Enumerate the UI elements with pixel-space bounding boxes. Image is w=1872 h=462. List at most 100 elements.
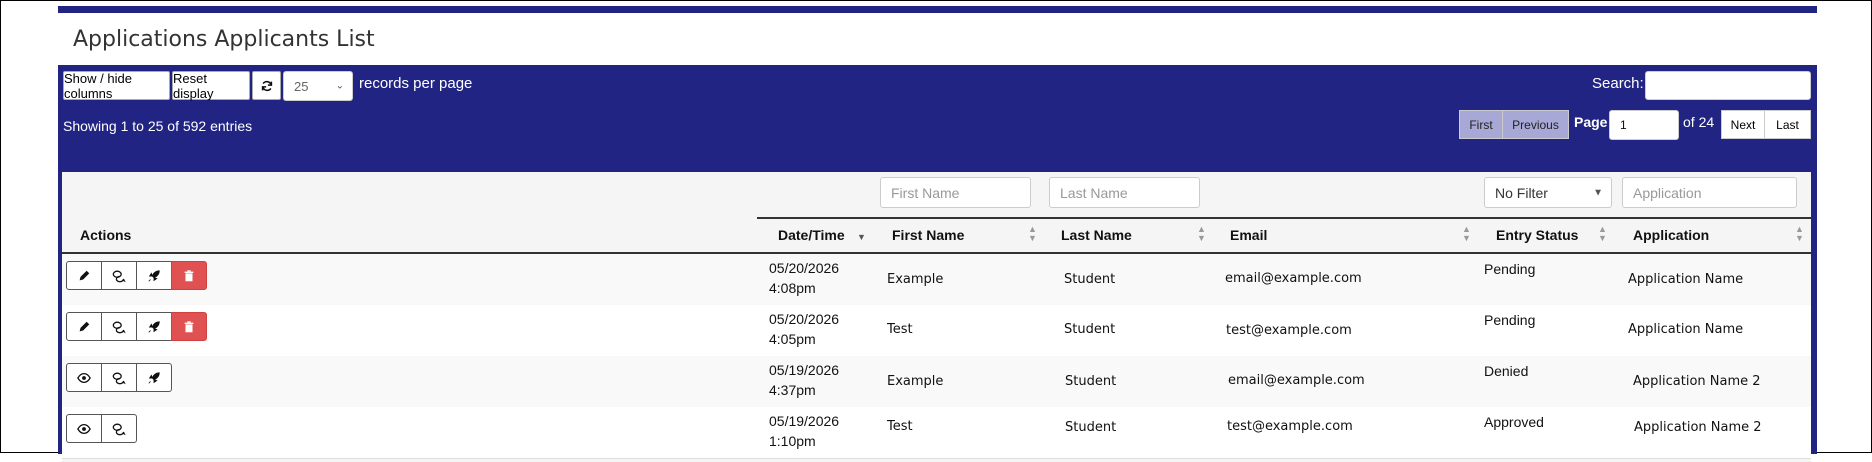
date-cell: 05/20/2026 (769, 311, 840, 327)
rocket-icon (148, 320, 160, 333)
last-page-button[interactable]: Last (1764, 110, 1811, 139)
last-name-cell: Student (1065, 420, 1117, 435)
time-cell: 4:08pm (769, 280, 816, 296)
caret-down-icon: ▼ (1593, 187, 1603, 198)
applicants-panel: Applications Applicants List Show / hide… (58, 6, 1817, 462)
page-label: Page (1574, 114, 1608, 130)
panel-heading: Applications Applicants List (58, 13, 1817, 65)
filter-row: First Name Last Name No Filter ▼ Applica… (62, 172, 1811, 217)
show-hide-columns-button[interactable]: Show / hide columns (63, 71, 170, 101)
comments-icon (112, 321, 126, 333)
refresh-button[interactable] (252, 71, 281, 100)
email-cell: test@example.com (1226, 323, 1352, 338)
rocket-icon (148, 371, 160, 384)
comments-button[interactable] (101, 414, 137, 443)
column-email[interactable]: Email (1230, 227, 1267, 243)
sort-icon: ▲ ▼ (1028, 224, 1037, 243)
comments-icon (112, 372, 126, 384)
reset-display-button[interactable]: Reset display (172, 71, 250, 101)
view-button[interactable] (66, 414, 102, 443)
time-cell: 1:10pm (769, 433, 816, 449)
column-application[interactable]: Application (1633, 227, 1709, 243)
application-cell: Application Name 2 (1634, 420, 1762, 435)
email-cell: test@example.com (1227, 419, 1353, 434)
sort-icon: ▲ ▼ (1795, 224, 1804, 243)
status-cell: Pending (1484, 312, 1536, 328)
page-title: Applications Applicants List (73, 27, 375, 52)
last-name-cell: Student (1064, 322, 1116, 337)
view-button[interactable] (66, 363, 102, 392)
column-date-time[interactable]: Date/Time (778, 227, 845, 243)
next-page-button[interactable]: Next (1721, 110, 1765, 139)
entry-status-filter-select[interactable]: No Filter ▼ (1484, 177, 1612, 208)
eye-icon (77, 372, 91, 383)
page-count: of 24 (1683, 114, 1715, 130)
table-row: 05/20/2026 4:08pm Example Student email@… (62, 254, 1811, 306)
status-cell: Denied (1484, 363, 1529, 379)
page-number-input[interactable]: 1 (1609, 110, 1679, 140)
last-name-cell: Student (1065, 374, 1117, 389)
time-cell: 4:05pm (769, 331, 816, 347)
row-actions (66, 312, 207, 341)
pencil-icon (79, 270, 90, 280)
records-per-page-label: records per page (359, 75, 473, 92)
records-per-page-select[interactable]: 25 ⌄ (283, 71, 353, 101)
records-per-page-value: 25 (294, 78, 309, 94)
chevron-down-icon: ⌄ (335, 80, 344, 92)
launch-button[interactable] (136, 312, 172, 341)
delete-button[interactable] (171, 261, 207, 290)
edit-button[interactable] (66, 312, 102, 341)
comments-icon (112, 270, 126, 282)
last-name-filter-input[interactable]: Last Name (1049, 177, 1200, 208)
table-row: 05/19/2026 4:37pm Example Student email@… (62, 356, 1811, 408)
comments-button[interactable] (101, 312, 137, 341)
refresh-icon (261, 80, 272, 91)
search-label: Search: (1592, 75, 1644, 92)
sort-desc-icon: ▼ (857, 232, 866, 242)
previous-page-button[interactable]: Previous (1502, 110, 1569, 139)
column-actions: Actions (80, 227, 132, 243)
date-cell: 05/20/2026 (769, 260, 840, 276)
first-name-cell: Test (887, 419, 913, 434)
launch-button[interactable] (136, 363, 172, 392)
application-cell: Application Name (1628, 322, 1744, 337)
trash-icon (184, 320, 194, 332)
sort-icon: ▲ ▼ (1598, 224, 1607, 243)
column-last-name[interactable]: Last Name (1061, 227, 1132, 243)
application-cell: Application Name 2 (1633, 374, 1761, 389)
search-input[interactable] (1645, 71, 1811, 100)
date-cell: 05/19/2026 (769, 413, 840, 429)
status-cell: Pending (1484, 261, 1536, 277)
comments-icon (112, 423, 126, 435)
first-page-button[interactable]: First (1459, 110, 1503, 139)
edit-button[interactable] (66, 261, 102, 290)
column-entry-status[interactable]: Entry Status (1496, 227, 1578, 243)
applicants-table: First Name Last Name No Filter ▼ Applica… (62, 172, 1811, 462)
last-name-cell: Student (1064, 272, 1116, 287)
header-divider (757, 217, 1811, 219)
column-first-name[interactable]: First Name (892, 227, 964, 243)
launch-button[interactable] (136, 261, 172, 290)
sort-icon: ▲ ▼ (1197, 224, 1206, 243)
row-actions (66, 261, 207, 290)
time-cell: 4:37pm (769, 382, 816, 398)
trash-icon (184, 269, 194, 281)
first-name-cell: Example (887, 272, 944, 287)
rocket-icon (148, 269, 160, 282)
first-name-cell: Test (887, 322, 913, 337)
row-actions (66, 414, 137, 443)
first-name-filter-input[interactable]: First Name (880, 177, 1031, 208)
delete-button[interactable] (171, 312, 207, 341)
application-filter-input[interactable]: Application (1622, 177, 1797, 208)
date-cell: 05/19/2026 (769, 362, 840, 378)
table-row: 05/20/2026 4:05pm Test Student test@exam… (62, 305, 1811, 357)
email-cell: email@example.com (1225, 271, 1362, 286)
entries-info: Showing 1 to 25 of 592 entries (63, 118, 253, 134)
table-row: 05/19/2026 1:10pm Test Student test@exam… (62, 407, 1811, 459)
table-header: Actions Date/Time ▼ First Name ▲ ▼ Last N… (62, 217, 1811, 254)
comments-button[interactable] (101, 261, 137, 290)
application-cell: Application Name (1628, 272, 1744, 287)
sort-icon: ▲ ▼ (1462, 224, 1471, 243)
comments-button[interactable] (101, 363, 137, 392)
email-cell: email@example.com (1228, 373, 1365, 388)
